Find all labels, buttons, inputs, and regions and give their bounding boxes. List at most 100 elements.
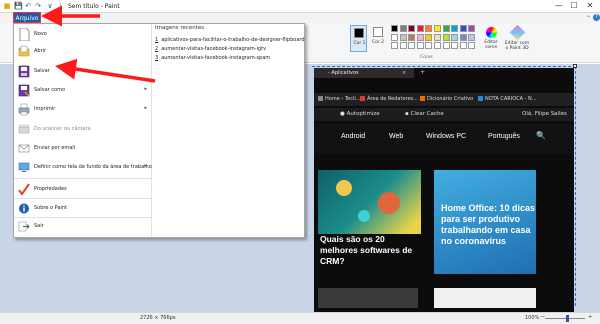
browser-tab-close-icon: × bbox=[402, 70, 407, 76]
selection-border bbox=[312, 66, 576, 67]
bookmark-icon bbox=[318, 96, 323, 101]
palette-color-swatch[interactable] bbox=[416, 42, 424, 50]
menu-item-tela-de-fundo[interactable]: Definir como tela de fundo da área de tr… bbox=[14, 157, 152, 179]
palette-color-swatch[interactable] bbox=[416, 33, 424, 41]
menu-item-imprimir[interactable]: Imprimir ▸ bbox=[14, 99, 152, 121]
bookmark-item: Home › Tecli... bbox=[318, 96, 361, 102]
collapse-ribbon-icon[interactable]: ⌃ bbox=[586, 15, 591, 22]
save-as-icon bbox=[18, 84, 30, 97]
article-title: Home Office: 10 dicas para ser produtivo… bbox=[441, 203, 536, 246]
desktop-background-icon bbox=[18, 162, 30, 172]
color2-label: Cor 2 bbox=[371, 40, 385, 45]
colors-group-label: Cores bbox=[420, 55, 433, 60]
palette-color-swatch[interactable] bbox=[399, 25, 407, 32]
palette-color-swatch[interactable] bbox=[434, 25, 441, 32]
palette-color-swatch[interactable] bbox=[391, 25, 398, 32]
browser-tab: - Aplicativos bbox=[314, 68, 414, 78]
new-file-icon bbox=[19, 28, 30, 41]
color2-swatch bbox=[373, 27, 383, 37]
palette-color-swatch[interactable] bbox=[459, 42, 467, 50]
palette-color-swatch[interactable] bbox=[399, 33, 407, 41]
edit-colors-button[interactable]: Editar cores bbox=[481, 25, 501, 57]
color-palette bbox=[391, 25, 477, 51]
minimize-button[interactable]: — bbox=[552, 1, 566, 11]
palette-color-swatch[interactable] bbox=[399, 42, 407, 50]
resize-handle[interactable] bbox=[573, 64, 577, 68]
palette-color-swatch[interactable] bbox=[434, 42, 441, 50]
menu-item-abrir[interactable]: Abrir bbox=[14, 41, 152, 63]
palette-color-swatch[interactable] bbox=[459, 25, 467, 32]
properties-icon bbox=[18, 183, 30, 196]
recent-image-item[interactable]: 2 aumentar-visitas-facebook-instagram-igt… bbox=[155, 46, 266, 52]
paint3d-icon bbox=[509, 24, 525, 41]
customize-toolbar-icon[interactable]: ∨ bbox=[46, 2, 54, 10]
recent-image-item[interactable]: 3 aumentar-visitas-facebook-instagram-spa… bbox=[155, 55, 270, 61]
help-icon[interactable]: ? bbox=[593, 14, 600, 21]
palette-color-swatch[interactable] bbox=[468, 25, 476, 32]
nav-item: Android bbox=[341, 133, 366, 140]
submenu-arrow-icon: ▸ bbox=[144, 105, 147, 111]
redo-icon[interactable]: ↷ bbox=[34, 2, 42, 10]
exit-icon bbox=[18, 221, 30, 232]
ribbon-tab-strip bbox=[0, 13, 600, 23]
palette-color-swatch[interactable] bbox=[434, 33, 441, 41]
admin-bar-item: Olá, Filipe Salles bbox=[522, 111, 567, 117]
palette-color-swatch[interactable] bbox=[391, 42, 398, 50]
palette-color-swatch[interactable] bbox=[451, 42, 459, 50]
palette-color-swatch[interactable] bbox=[391, 33, 398, 41]
bookmark-item: Dicionário Criativo bbox=[420, 96, 473, 102]
palette-color-swatch[interactable] bbox=[416, 25, 424, 32]
edit-paint3d-label: Editar com o Paint 3D bbox=[504, 41, 530, 51]
palette-color-swatch[interactable] bbox=[408, 42, 416, 50]
zoom-out-icon[interactable]: — bbox=[540, 314, 545, 320]
edit-paint3d-button[interactable]: Editar com o Paint 3D bbox=[504, 24, 530, 57]
title-separator bbox=[60, 3, 61, 10]
color2-button[interactable]: Cor 2 bbox=[370, 25, 386, 52]
browser-new-tab-icon: + bbox=[420, 69, 426, 76]
menu-item-sair[interactable]: Sair bbox=[14, 216, 152, 238]
color1-button[interactable]: Cor 1 bbox=[350, 25, 367, 52]
print-icon bbox=[18, 103, 30, 116]
recent-image-item[interactable]: 1 aplicativos-para-facilitar-o-trabalho-d… bbox=[155, 37, 305, 43]
palette-color-swatch[interactable] bbox=[425, 33, 433, 41]
quick-save-icon[interactable]: 💾 bbox=[14, 2, 23, 10]
palette-color-swatch[interactable] bbox=[451, 25, 459, 32]
bookmark-icon bbox=[360, 96, 365, 101]
zoom-level: 100% bbox=[525, 315, 540, 321]
nav-item: Windows PC bbox=[426, 133, 467, 140]
color-wheel-icon bbox=[485, 27, 497, 38]
article-thumbnail bbox=[318, 288, 418, 308]
palette-color-swatch[interactable] bbox=[442, 33, 450, 41]
undo-icon[interactable]: ↶ bbox=[24, 2, 32, 10]
palette-color-swatch[interactable] bbox=[451, 33, 459, 41]
about-icon bbox=[19, 203, 29, 214]
selection-border bbox=[575, 66, 576, 306]
palette-color-swatch[interactable] bbox=[408, 25, 416, 32]
decor-shape bbox=[378, 192, 400, 214]
palette-color-swatch[interactable] bbox=[468, 42, 476, 50]
open-folder-icon bbox=[18, 45, 30, 57]
color1-label: Cor 1 bbox=[353, 41, 366, 46]
article-thumbnail bbox=[434, 288, 536, 308]
palette-color-swatch[interactable] bbox=[468, 33, 476, 41]
admin-bar-item: ▪ Clear Cache bbox=[405, 111, 444, 117]
palette-color-swatch[interactable] bbox=[459, 33, 467, 41]
palette-color-swatch[interactable] bbox=[425, 42, 433, 50]
bookmark-icon bbox=[420, 96, 425, 101]
zoom-in-icon[interactable]: + bbox=[588, 314, 592, 320]
zoom-slider[interactable] bbox=[545, 318, 585, 319]
bookmark-item: NOTA CARIOCA - N... bbox=[478, 96, 537, 102]
file-tab[interactable]: Arquivo bbox=[13, 12, 41, 23]
maximize-button[interactable]: ☐ bbox=[567, 1, 581, 11]
palette-color-swatch[interactable] bbox=[442, 42, 450, 50]
edit-colors-label: Editar cores bbox=[484, 40, 498, 50]
nav-item: Web bbox=[389, 133, 404, 140]
save-icon bbox=[18, 65, 30, 78]
search-icon: 🔍 bbox=[536, 131, 546, 140]
palette-color-swatch[interactable] bbox=[408, 33, 416, 41]
zoom-slider-thumb[interactable] bbox=[566, 315, 569, 322]
close-button[interactable]: ✕ bbox=[583, 1, 597, 11]
nav-item: Português bbox=[488, 133, 520, 140]
palette-color-swatch[interactable] bbox=[425, 25, 433, 32]
palette-color-swatch[interactable] bbox=[442, 25, 450, 32]
